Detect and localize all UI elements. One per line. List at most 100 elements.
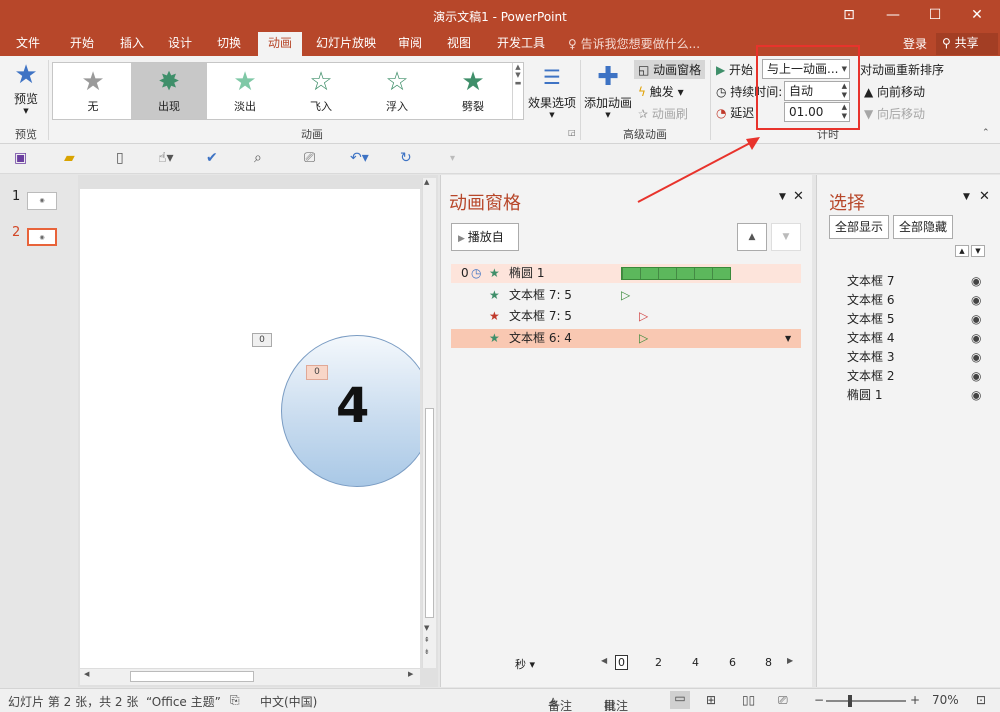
dialog-launcher-icon[interactable]: ◲ <box>568 128 576 137</box>
tab-home[interactable]: 开始 <box>60 32 104 56</box>
tab-transitions[interactable]: 切换 <box>207 32 251 56</box>
tab-review[interactable]: 审阅 <box>388 32 432 56</box>
timeline-ruler: ◀ 0 2 4 6 8 ▶ <box>601 655 794 670</box>
gallery-item-appear[interactable]: ✸ 出现 <box>131 63 207 119</box>
move-later-button[interactable]: ▼ 向后移动 <box>864 105 925 122</box>
tab-file[interactable]: 文件 <box>6 32 50 56</box>
animation-item[interactable]: ★ 文本框 7: 5 ▷ <box>451 307 801 326</box>
preview-button[interactable]: ★ 预览 ▼ <box>8 60 44 115</box>
eye-icon[interactable]: ◉ <box>971 386 981 405</box>
pane-options-icon[interactable]: ▼ <box>779 192 786 202</box>
redo-icon[interactable]: ↻ <box>400 150 412 166</box>
list-item[interactable]: 文本框 7 ◉ <box>847 272 997 291</box>
move-down-button[interactable]: ▼ <box>771 223 801 251</box>
list-item[interactable]: 文本框 4 ◉ <box>847 329 997 348</box>
tab-animations[interactable]: 动画 <box>258 32 302 56</box>
move-earlier-button[interactable]: ▲ 向前移动 <box>864 83 925 100</box>
chevron-down-icon[interactable]: ▼ <box>785 329 791 348</box>
slideshow-view-icon[interactable]: ⎚ <box>778 693 788 708</box>
gallery-item-split[interactable]: ★ 劈裂 <box>435 63 511 119</box>
tab-insert[interactable]: 插入 <box>110 32 154 56</box>
maximize-button[interactable]: ☐ <box>914 0 956 30</box>
scroll-thumb[interactable] <box>425 408 434 618</box>
show-all-button[interactable]: 全部显示 <box>829 215 889 239</box>
list-item[interactable]: 文本框 6 ◉ <box>847 291 997 310</box>
eye-icon[interactable]: ◉ <box>971 348 981 367</box>
hide-all-button[interactable]: 全部隐藏 <box>893 215 953 239</box>
eye-icon[interactable]: ◉ <box>971 310 981 329</box>
animation-pane-title: 动画窗格 <box>449 193 521 214</box>
gallery-item-float-in[interactable]: ☆ 浮入 <box>359 63 435 119</box>
move-up-button[interactable]: ▲ <box>737 223 767 251</box>
zoom-slider[interactable] <box>826 695 906 707</box>
tab-developer[interactable]: 开发工具 <box>490 32 552 56</box>
horizontal-scrollbar[interactable]: ◀ ▶ <box>80 668 420 685</box>
slide-counter: 幻灯片 第 2 张，共 2 张 <box>8 695 139 709</box>
minimize-button[interactable]: — <box>872 0 914 30</box>
eye-icon[interactable]: ◉ <box>971 272 981 291</box>
seconds-dropdown[interactable]: 秒 ▾ <box>515 656 535 672</box>
zoom-in-icon[interactable]: + <box>910 693 920 707</box>
save-icon[interactable]: ▣ <box>14 150 27 166</box>
zoom-out-icon[interactable]: − <box>814 693 824 707</box>
animation-pane-button[interactable]: ◱ 动画窗格 <box>634 60 706 79</box>
gallery-item-fade[interactable]: ★ 淡出 <box>207 63 283 119</box>
fit-slide-icon[interactable]: ⊡ <box>976 693 986 707</box>
list-item[interactable]: 椭圆 1 ◉ <box>847 386 997 405</box>
vertical-scrollbar[interactable]: ▲ ▼ ⇞ ⇟ <box>422 178 436 668</box>
tab-slideshow[interactable]: 幻灯片放映 <box>310 32 382 56</box>
reading-view-icon[interactable]: ▯▯ <box>742 693 755 707</box>
close-button[interactable]: ✕ <box>956 0 998 30</box>
slide-thumbnail-1[interactable]: ◉ <box>27 192 57 210</box>
slide-sorter-icon[interactable]: ⊞ <box>706 693 716 707</box>
send-backward-button[interactable]: ▼ <box>971 245 985 257</box>
login-link[interactable]: 登录 <box>903 35 927 52</box>
slide-thumbnail-2[interactable]: ◉ <box>27 228 57 246</box>
print-preview-icon[interactable]: ⌕ <box>254 150 262 166</box>
add-animation-button[interactable]: ✚ 添加动画 ▼ <box>584 60 632 119</box>
pane-close-icon[interactable]: ✕ <box>793 189 804 204</box>
eye-icon[interactable]: ◉ <box>971 329 981 348</box>
effect-options-button[interactable]: ☰ 效果选项 ▼ <box>528 60 576 119</box>
list-item[interactable]: 文本框 5 ◉ <box>847 310 997 329</box>
spell-check-icon[interactable]: ⎘ <box>230 693 240 708</box>
open-folder-icon[interactable]: ▰ <box>64 150 75 166</box>
tell-me-box[interactable]: ♀ 告诉我您想要做什么... <box>568 35 700 52</box>
undo-icon[interactable]: ↶▾ <box>350 150 369 166</box>
normal-view-icon[interactable]: ▭ <box>670 691 690 709</box>
language-indicator[interactable]: 中文(中国) <box>260 693 317 710</box>
tab-view[interactable]: 视图 <box>437 32 481 56</box>
touch-mode-icon[interactable]: ☝▾ <box>158 150 174 166</box>
reorder-label: 对动画重新排序 <box>860 63 945 77</box>
circle-number-text: 4 <box>336 378 370 434</box>
new-file-icon[interactable]: ▯ <box>116 150 124 166</box>
eye-icon[interactable]: ◉ <box>971 367 981 386</box>
spelling-icon[interactable]: ✔ <box>206 150 218 166</box>
gallery-item-fly-in[interactable]: ☆ 飞入 <box>283 63 359 119</box>
selection-options-icon[interactable]: ▼ <box>963 192 970 202</box>
tab-design[interactable]: 设计 <box>158 32 202 56</box>
trigger-button[interactable]: ϟ 触发 ▾ <box>638 83 684 100</box>
collapse-ribbon-icon[interactable]: ⌃ <box>982 128 990 138</box>
animation-item[interactable]: ★ 文本框 6: 4 ▷ ▼ <box>451 329 801 348</box>
animation-item[interactable]: ★ 文本框 7: 5 ▷ <box>451 286 801 305</box>
restore-ribbon-button[interactable]: ⊡ <box>828 0 870 30</box>
gallery-item-none[interactable]: ★ 无 <box>55 63 131 119</box>
list-item[interactable]: 文本框 2 ◉ <box>847 367 997 386</box>
eye-icon[interactable]: ◉ <box>971 291 981 310</box>
zoom-slider-thumb[interactable] <box>848 695 852 707</box>
selection-close-icon[interactable]: ✕ <box>979 189 990 204</box>
share-button[interactable]: ⚲ 共享 <box>936 33 998 55</box>
hscroll-thumb[interactable] <box>130 671 254 682</box>
bring-forward-button[interactable]: ▲ <box>955 245 969 257</box>
play-from-button[interactable]: ▶ 播放自 <box>451 223 519 251</box>
list-item[interactable]: 文本框 3 ◉ <box>847 348 997 367</box>
customize-icon[interactable]: ▾ <box>450 153 455 164</box>
zoom-level[interactable]: 70% <box>932 693 959 707</box>
slide[interactable]: 0 0 4 <box>80 189 420 669</box>
animation-painter-button[interactable]: ✰ 动画刷 <box>638 105 688 122</box>
slide-number: 2 <box>12 225 21 240</box>
gallery-scroll[interactable]: ▲ ▼ ▬ <box>512 63 523 119</box>
animation-item[interactable]: 0 ◷ ★ 椭圆 1 <box>451 264 801 283</box>
present-icon[interactable]: ⎚ <box>304 150 315 166</box>
